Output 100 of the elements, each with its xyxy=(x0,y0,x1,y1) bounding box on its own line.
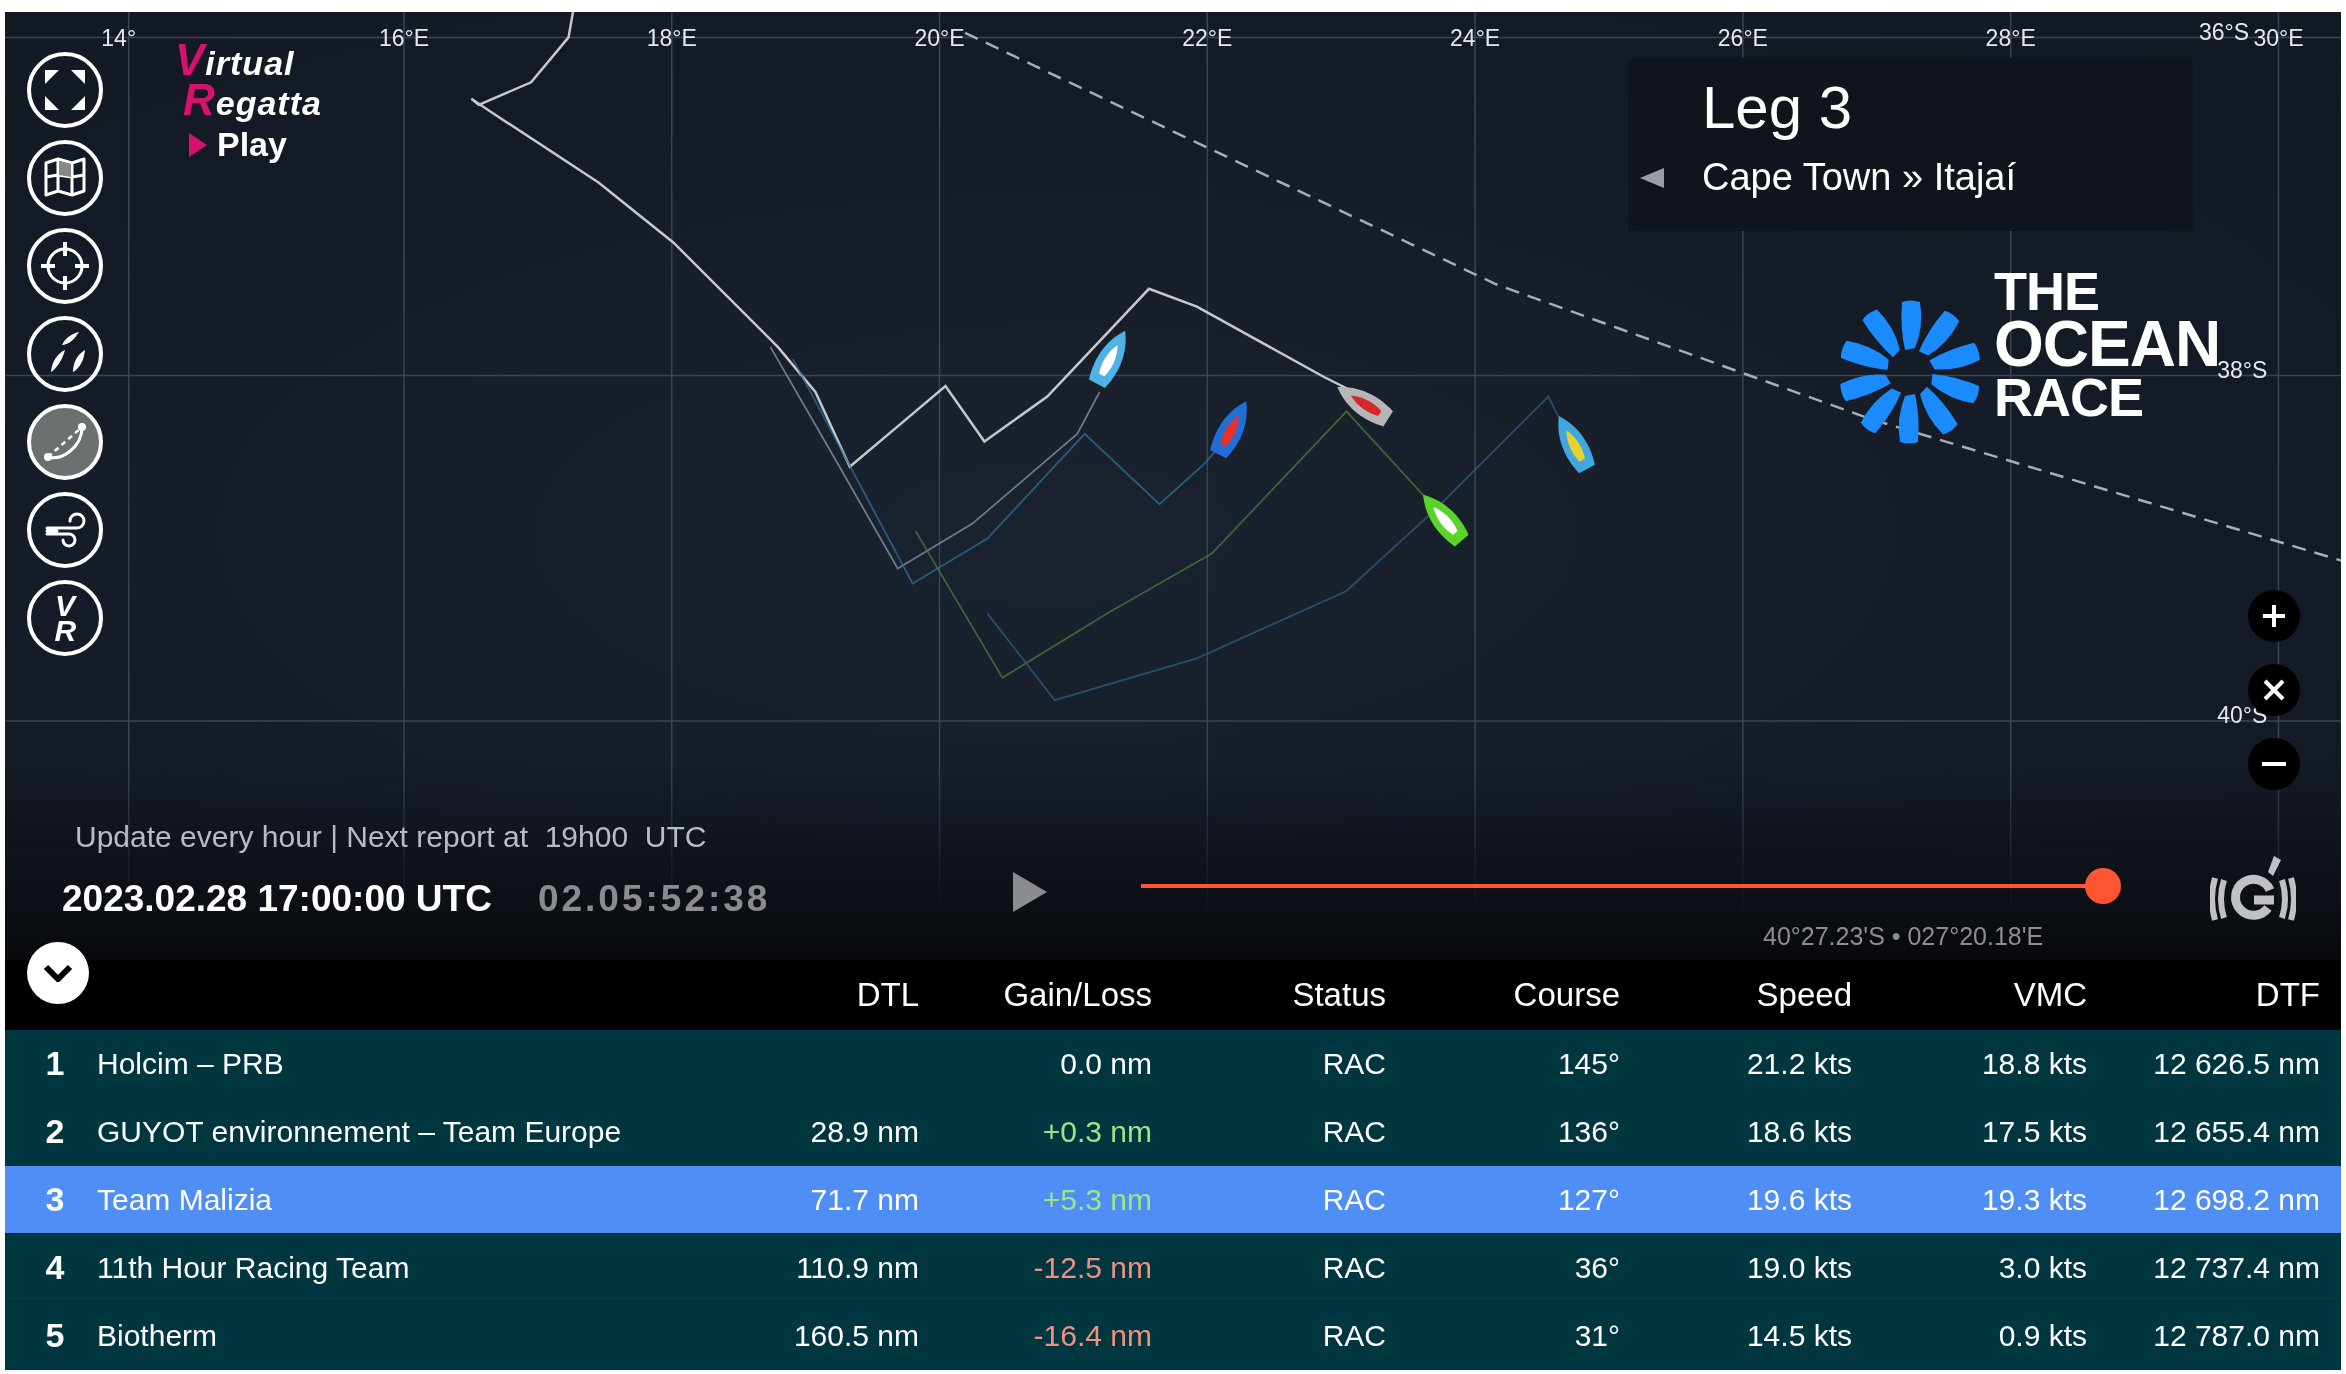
column-header[interactable]: DTL xyxy=(719,976,919,1014)
map-button[interactable] xyxy=(27,140,103,216)
table-cell-text: 127° xyxy=(1556,1182,1620,1217)
target-button[interactable] xyxy=(27,228,103,304)
brand-logo-text: Virtual xyxy=(175,40,296,80)
crosshair-icon xyxy=(39,240,91,292)
team-name: Team Malizia xyxy=(97,1182,274,1217)
longitude-label: 20°E xyxy=(914,25,965,51)
table-cell-text: 19.0 kts xyxy=(1745,1250,1852,1285)
team-name: 11th Hour Racing Team xyxy=(97,1250,411,1285)
rank-number: 1 xyxy=(44,1044,66,1083)
table-cell-text: RAC xyxy=(1321,1114,1386,1149)
countdown-timer: 02.05:52:38 xyxy=(537,878,771,920)
table-cell-text: 110.9 nm xyxy=(795,1250,919,1285)
table-cell-text: 21.2 kts xyxy=(1745,1046,1852,1081)
close-icon xyxy=(2263,679,2285,701)
team-name: Biotherm xyxy=(97,1318,219,1353)
table-cell-text: RAC xyxy=(1321,1046,1386,1081)
table-cell-text: 3.0 kts xyxy=(1997,1250,2087,1285)
table-cell-text: +5.3 nm xyxy=(1041,1182,1152,1217)
table-cell-text: 0.9 kts xyxy=(1997,1318,2087,1353)
zoom-in-button[interactable] xyxy=(2248,590,2300,642)
fullscreen-button[interactable] xyxy=(27,52,103,128)
table-cell-text: RAC xyxy=(1321,1182,1386,1217)
brand-logo-text: Regatta xyxy=(183,79,322,120)
column-header[interactable]: VMC xyxy=(1852,976,2087,1014)
team-name: GUYOT environnement – Team Europe xyxy=(97,1114,623,1149)
boat-icon[interactable] xyxy=(1337,386,1393,427)
leaderboard-row[interactable]: 5 Biotherm 160.5 nm -16.4 nm RAC 31° 14.5 kts 0.9 kts 12 787.0 nm xyxy=(5,1302,2341,1370)
sponsor-logo-text: RACE xyxy=(1994,373,2144,422)
map-icon xyxy=(43,157,87,199)
report-datetime: 2023.02.28 17:00:00 UTC xyxy=(62,878,492,920)
table-cell-text: 14.5 kts xyxy=(1745,1318,1852,1353)
table-cell-text: 12 626.5 nm xyxy=(2152,1046,2320,1081)
table-cell-text: 12 655.4 nm xyxy=(2152,1114,2320,1149)
table-cell-text: 28.9 nm xyxy=(809,1114,919,1149)
longitude-label: 14° xyxy=(101,25,137,51)
play-icon xyxy=(189,132,207,157)
sponsor-logo-text: THE xyxy=(1994,267,2099,316)
fullscreen-icon xyxy=(43,68,87,112)
table-cell-text: 19.3 kts xyxy=(1980,1182,2087,1217)
table-cell-text: 145° xyxy=(1556,1046,1620,1081)
table-cell-text: RAC xyxy=(1321,1250,1386,1285)
minus-icon xyxy=(2262,762,2286,766)
wind-icon xyxy=(43,512,87,548)
leg-route: Cape Town » Itajaí xyxy=(1702,156,2017,199)
rank-number: 2 xyxy=(44,1112,66,1151)
table-cell-text: 136° xyxy=(1556,1114,1620,1149)
play-button[interactable] xyxy=(1013,872,1047,915)
map-view[interactable] xyxy=(5,12,2341,960)
chevron-down-icon xyxy=(43,964,73,982)
table-cell-text: 31° xyxy=(1573,1318,1620,1353)
table-cell-text: 18.6 kts xyxy=(1745,1114,1852,1149)
column-header[interactable]: Course xyxy=(1386,976,1620,1014)
boat-icon[interactable] xyxy=(1089,330,1126,388)
leg-title: Leg 3 xyxy=(1702,78,1854,138)
longitude-label: 30°E xyxy=(2253,25,2304,51)
longitude-label: 16°E xyxy=(378,25,430,51)
plus-icon xyxy=(2262,604,2286,628)
boat-icon[interactable] xyxy=(1558,416,1595,474)
table-cell-text: -16.4 nm xyxy=(1032,1318,1152,1353)
column-header[interactable]: Gain/Loss xyxy=(919,976,1152,1014)
table-cell-text: 17.5 kts xyxy=(1980,1114,2087,1149)
column-header[interactable]: Speed xyxy=(1620,976,1852,1014)
zoom-out-button[interactable] xyxy=(2248,738,2300,790)
table-cell-text: -12.5 nm xyxy=(1032,1250,1152,1285)
rank-number: 5 xyxy=(44,1316,66,1355)
table-cell-text: 0.0 nm xyxy=(1059,1046,1152,1081)
wind-button[interactable] xyxy=(27,492,103,568)
back-arrow-icon[interactable] xyxy=(1640,167,1664,188)
play-label[interactable]: Play xyxy=(217,125,287,165)
team-name: Holcim – PRB xyxy=(97,1046,285,1081)
longitude-label: 18°E xyxy=(646,25,697,51)
leaderboard-row[interactable]: 1 Holcim – PRB 0.0 nm RAC 145° 21.2 kts 18.8 kts 12 626.5 nm xyxy=(5,1030,2341,1098)
longitude-label: 28°E xyxy=(1985,25,2036,51)
column-header[interactable]: Status xyxy=(1152,976,1386,1014)
vr-button[interactable]: VR xyxy=(27,580,103,656)
rank-number: 4 xyxy=(44,1248,66,1287)
longitude-label: 24°E xyxy=(1450,25,1501,51)
table-cell-text: RAC xyxy=(1321,1318,1386,1353)
table-cell-text: 160.5 nm xyxy=(792,1318,919,1353)
latitude-label: 36°S xyxy=(2198,19,2249,45)
table-cell-text: 12 698.2 nm xyxy=(2152,1182,2320,1217)
column-header[interactable]: DTF xyxy=(2087,976,2320,1014)
position-coordinates: 40°27.23'S • 027°20.18'E xyxy=(1763,922,2044,951)
longitude-label: 26°E xyxy=(1717,25,1768,51)
table-cell-text: 12 787.0 nm xyxy=(2152,1318,2320,1353)
update-note: Update every hour | Next report at 19h00 UTC xyxy=(75,820,707,853)
pinwheel-logo-icon xyxy=(1840,300,1980,444)
table-cell-text: 12 737.4 nm xyxy=(2152,1250,2320,1285)
rank-number: 3 xyxy=(44,1180,66,1219)
table-cell-text: 19.6 kts xyxy=(1745,1182,1852,1217)
table-cell-text: 36° xyxy=(1573,1250,1620,1285)
boats-button[interactable] xyxy=(27,316,103,392)
leaderboard-row[interactable]: 2 GUYOT environnement – Team Europe 28.9 nm +0.3 nm RAC 136° 18.6 kts 17.5 kts 12 655.4 nm xyxy=(5,1098,2341,1166)
leaderboard-row[interactable]: 4 11th Hour Racing Team 110.9 nm -12.5 nm RAC 36° 19.0 kts 3.0 kts 12 737.4 nm xyxy=(5,1234,2341,1302)
table-cell-text: 71.7 nm xyxy=(809,1182,919,1217)
longitude-label: 22°E xyxy=(1182,25,1233,51)
boat-icon[interactable] xyxy=(1423,494,1469,547)
table-cell-text: +0.3 nm xyxy=(1041,1114,1152,1149)
